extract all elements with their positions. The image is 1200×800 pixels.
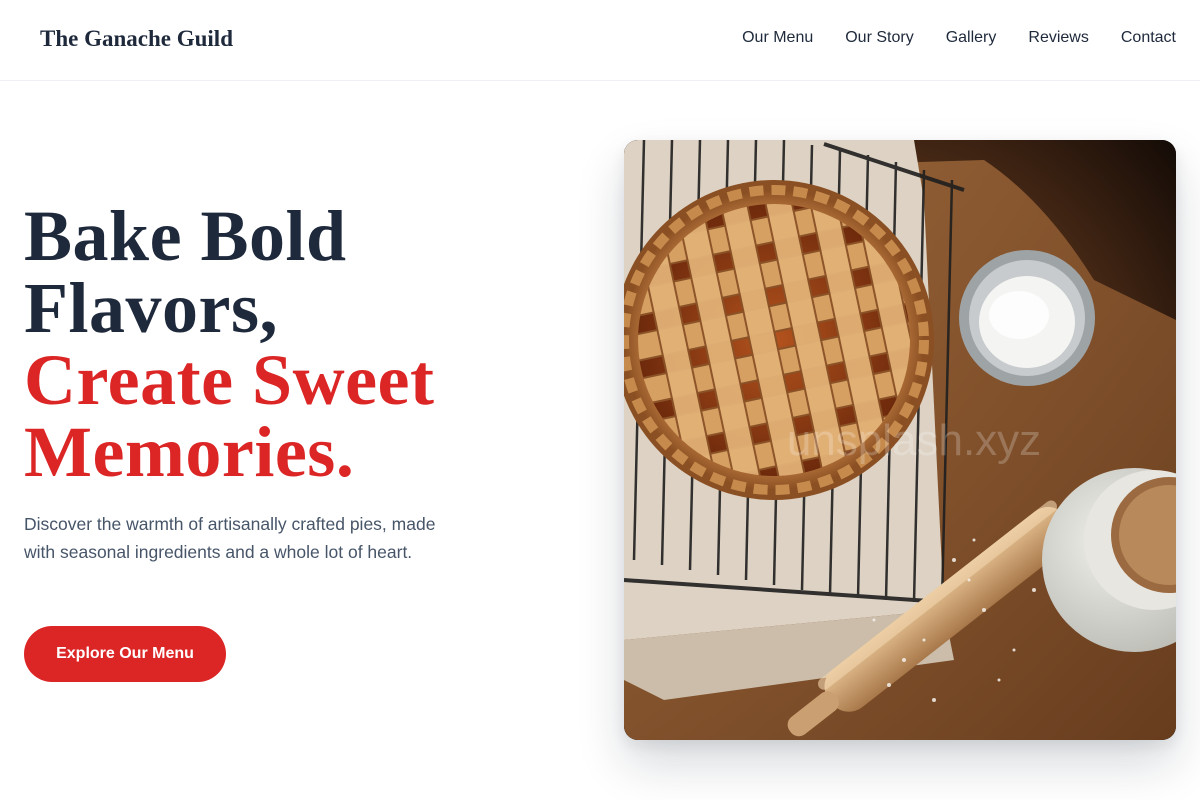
nav-link-contact[interactable]: Contact — [1121, 28, 1176, 48]
hero-title-line-4: Memories. — [24, 412, 355, 492]
brand-logo[interactable]: The Ganache Guild — [40, 26, 233, 52]
hero-title-line-3: Create Sweet — [24, 340, 435, 420]
nav-link-our-story[interactable]: Our Story — [845, 28, 913, 48]
pie-photo-illustration: unsplash.xyz — [624, 140, 1176, 740]
explore-menu-button[interactable]: Explore Our Menu — [24, 626, 226, 682]
nav-link-gallery[interactable]: Gallery — [946, 28, 997, 48]
site-header: The Ganache Guild Our Menu Our Story Gal… — [0, 0, 1200, 81]
hero-subtitle: Discover the warmth of artisanally craft… — [24, 514, 436, 562]
main-nav: Our Menu Our Story Gallery Reviews Conta… — [742, 28, 1176, 48]
hero-title: Bake Bold Flavors, Create Sweet Memories… — [24, 200, 434, 488]
hero-title-line-2: Flavors, — [24, 268, 278, 348]
nav-link-reviews[interactable]: Reviews — [1028, 28, 1088, 48]
nav-link-our-menu[interactable]: Our Menu — [742, 28, 813, 48]
hero-image: unsplash.xyz — [624, 140, 1176, 740]
hero-title-line-1: Bake Bold — [24, 196, 347, 276]
image-watermark: unsplash.xyz — [787, 416, 1041, 465]
